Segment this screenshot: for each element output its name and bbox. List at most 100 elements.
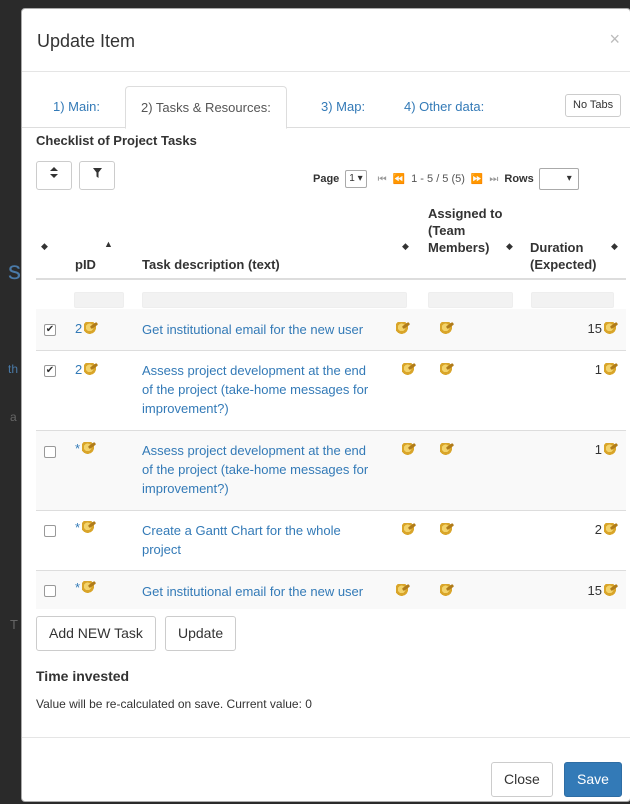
row-checkbox[interactable] [44,585,56,597]
edit-icon[interactable] [396,322,410,334]
row-pid[interactable]: 2 [75,362,99,377]
edit-icon[interactable] [440,363,454,375]
rows-select[interactable]: ▾ [538,168,579,190]
edit-icon[interactable] [440,584,454,596]
filter-desc-input[interactable] [142,292,407,308]
row-pid[interactable]: * [75,580,97,595]
no-tabs-button[interactable]: No Tabs [565,94,622,117]
sort-icon[interactable]: ◆ [41,241,48,252]
row-desc[interactable]: Assess project development at the end of… [142,361,377,418]
edit-icon[interactable] [396,584,410,596]
tab-other-data[interactable]: 4) Other data: [389,86,499,128]
backdrop-fragment: s [8,255,21,285]
row-pid[interactable]: 2 [75,321,99,336]
rows-label: Rows [504,173,534,185]
row-desc[interactable]: Assess project development at the end of… [142,441,377,498]
row-desc[interactable]: Get institutional email for the new user [142,320,402,339]
edit-icon[interactable] [402,443,416,455]
col-header-assigned[interactable]: Assigned to (Team Members) [428,205,502,256]
backdrop-fragment: T [10,617,18,632]
row-duration-value: 15 [587,583,602,598]
tab-tasks-resources[interactable]: 2) Tasks & Resources: [125,86,287,129]
first-page-icon[interactable]: ⏮ [378,174,387,185]
col-header-pid[interactable]: pID [75,256,96,273]
edit-icon[interactable] [604,523,618,535]
edit-icon[interactable] [84,363,99,375]
update-item-modal: Update Item × 1) Main: 2) Tasks & Resour… [21,8,630,802]
col-header-assigned-line: (Team [428,223,466,238]
table-row: * Create a Gantt Chart for the whole pro… [36,511,626,571]
update-button[interactable]: Update [165,616,237,651]
save-button[interactable]: Save [564,762,622,797]
filter-duration-input[interactable] [531,292,614,308]
edit-icon[interactable] [82,521,97,533]
backdrop-fragment: a [10,410,17,424]
row-duration[interactable]: 1 [595,442,618,457]
edit-icon[interactable] [82,581,97,593]
col-header-duration[interactable]: Duration (Expected) [530,239,596,273]
filter-icon [92,168,102,178]
filter-pid-input[interactable] [74,292,124,308]
table-row: ✔ 2 Assess project development at the en… [36,351,626,431]
row-checkbox[interactable] [44,446,56,458]
sort-button[interactable] [36,161,72,190]
page-select-value: 1 [349,173,355,184]
row-pid[interactable]: * [75,520,97,535]
row-checkbox[interactable]: ✔ [44,324,56,336]
backdrop-fragment: th [8,362,19,376]
prev-page-icon[interactable]: ⏪ [393,174,405,185]
page-label: Page [313,173,340,185]
col-header-duration-line: Duration [530,240,584,255]
edit-icon[interactable] [82,442,97,454]
add-new-task-button[interactable]: Add NEW Task [36,616,156,651]
row-pid-value: * [75,441,81,456]
edit-icon[interactable] [402,523,416,535]
edit-icon[interactable] [604,443,618,455]
row-checkbox[interactable] [44,525,56,537]
tab-main[interactable]: 1) Main: [38,86,115,128]
row-pid-value: 2 [75,362,83,377]
row-desc[interactable]: Create a Gantt Chart for the whole proje… [142,521,377,559]
page-select[interactable]: 1 ▾ [345,170,367,188]
sort-icon[interactable]: ◆ [402,241,409,252]
close-icon[interactable]: × [609,29,620,50]
edit-icon[interactable] [604,363,618,375]
row-duration[interactable]: 1 [595,362,618,377]
edit-icon[interactable] [440,523,454,535]
col-header-duration-line: (Expected) [530,257,597,272]
row-duration-value: 1 [594,442,602,457]
filter-button[interactable] [79,161,115,190]
next-page-icon[interactable]: ⏩ [471,174,483,185]
col-header-assigned-line: Assigned to [428,206,503,221]
row-pid[interactable]: * [75,441,97,456]
row-duration[interactable]: 15 [588,583,618,598]
edit-icon[interactable] [604,584,618,596]
edit-icon[interactable] [440,322,454,334]
table-header: ◆ ▲ pID Task description (text) ◆ Assign… [36,203,626,280]
col-header-assigned-line: Members) [428,240,490,255]
row-duration[interactable]: 15 [588,321,618,336]
tab-map[interactable]: 3) Map: [306,86,380,128]
edit-icon[interactable] [84,322,99,334]
row-checkbox[interactable]: ✔ [44,365,56,377]
row-desc[interactable]: Get institutional email for the new user [142,582,402,601]
edit-icon[interactable] [440,443,454,455]
sort-icon[interactable]: ◆ [506,241,513,252]
filter-assigned-input[interactable] [428,292,513,308]
sort-asc-icon[interactable]: ▲ [104,239,113,249]
close-button[interactable]: Close [491,762,553,797]
row-duration[interactable]: 2 [595,522,618,537]
pager: Page 1 ▾ ⏮ ⏪ 1 - 5 / 5 (5) ⏩ ⏭ Rows ▾ [313,168,579,190]
last-page-icon[interactable]: ⏭ [489,174,498,185]
tab-bar: 1) Main: 2) Tasks & Resources: 3) Map: 4… [22,86,630,129]
modal-footer: Close Save [22,737,630,801]
table-row: * Assess project development at the end … [36,431,626,511]
row-pid-value: 2 [75,321,83,336]
sort-icon[interactable]: ◆ [611,241,618,252]
time-invested-title: Time invested [36,668,130,684]
edit-icon[interactable] [402,363,416,375]
modal-header: Update Item × [22,9,630,72]
checklist-title: Checklist of Project Tasks [36,133,197,148]
edit-icon[interactable] [604,322,618,334]
col-header-desc[interactable]: Task description (text) [142,256,280,273]
